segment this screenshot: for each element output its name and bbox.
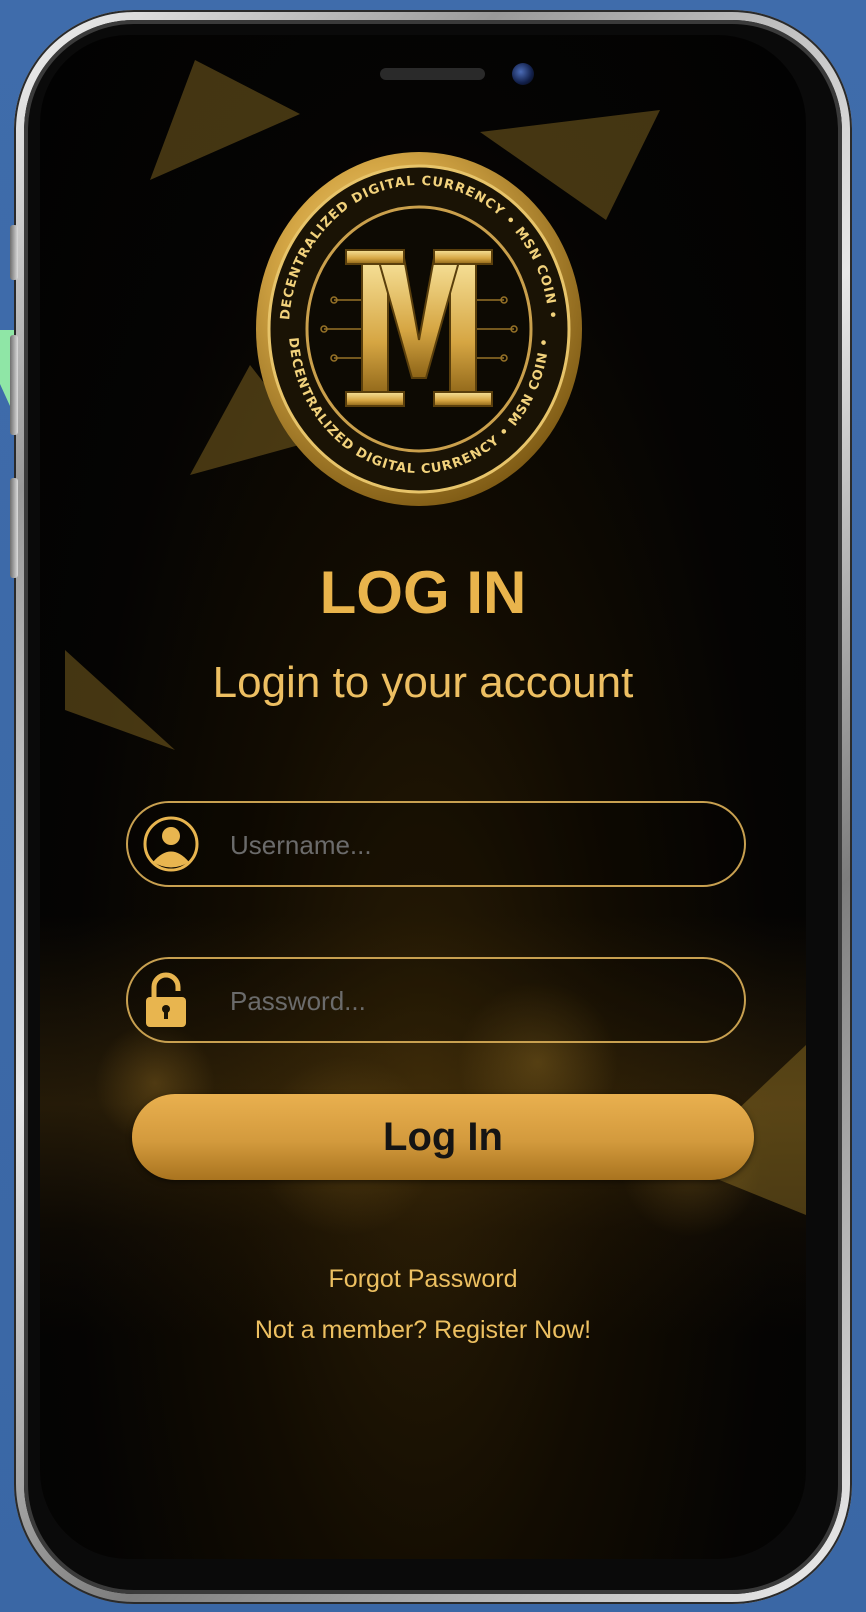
phone-volume-up [10, 335, 18, 435]
login-button[interactable]: Log In [132, 1094, 754, 1180]
page-subtitle: Login to your account [212, 658, 634, 707]
coin-logo: DECENTRALIZED DIGITAL CURRENCY • MSN COI… [256, 152, 582, 506]
phone-camera [512, 63, 534, 85]
forgot-password-link[interactable]: Forgot Password [40, 1265, 806, 1294]
phone-speaker [380, 68, 485, 80]
username-input[interactable] [228, 803, 722, 887]
page-title: LOG IN [319, 559, 527, 626]
password-field[interactable] [126, 957, 746, 1043]
lock-icon [146, 972, 186, 1027]
register-link[interactable]: Not a member? Register Now! [40, 1316, 806, 1345]
user-avatar-icon [143, 816, 199, 872]
password-input[interactable] [228, 959, 722, 1043]
phone-silent-switch [10, 225, 18, 280]
app-screen: DECENTRALIZED DIGITAL CURRENCY • MSN COI… [40, 35, 806, 1559]
username-field[interactable] [126, 801, 746, 887]
page-background: DECENTRALIZED DIGITAL CURRENCY • MSN COI… [0, 0, 866, 1612]
phone-volume-down [10, 478, 18, 578]
